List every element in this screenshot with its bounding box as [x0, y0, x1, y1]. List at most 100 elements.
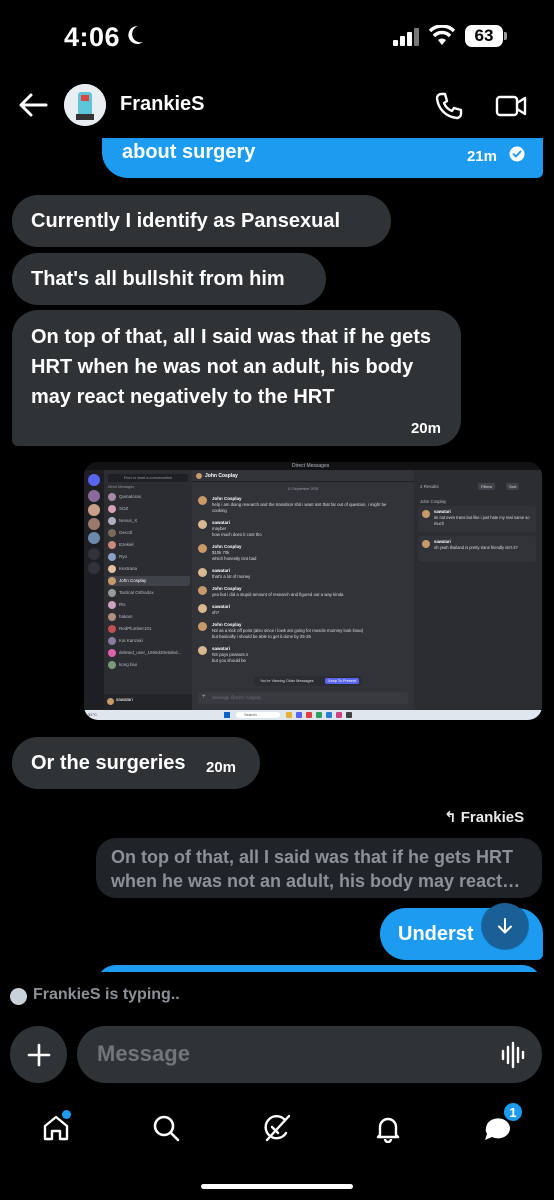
image-attachment[interactable]: Direct Messages Find or start a conversa… [84, 462, 542, 720]
dm-name: Ryo [119, 554, 128, 559]
server-icon [88, 532, 100, 544]
avatar [198, 622, 207, 631]
message-line: but basically i should be able to get it… [212, 633, 311, 639]
message-text: about surgery [122, 141, 256, 163]
typing-text: FrankieS is typing.. [33, 986, 180, 1003]
avatar [108, 661, 116, 669]
search-result: sawatari oh yeah thailand is pretty tran… [418, 536, 536, 562]
dm-item: Ris [108, 600, 190, 610]
contact-name[interactable]: FrankieS [120, 93, 204, 116]
bottom-navigation: 1 [0, 1098, 554, 1200]
avatar [108, 625, 116, 633]
nav-notifications[interactable] [366, 1106, 410, 1150]
date-divider: 10 September 2025 [287, 487, 319, 491]
dm-item-active: John Cosplay [108, 576, 190, 586]
dm-name: Ris [119, 602, 126, 607]
results-header: 2 Results [420, 484, 439, 489]
message-bubble-incoming[interactable]: Currently I identify as Pansexual [12, 195, 391, 247]
dm-name: Ezekiel [119, 542, 134, 547]
author: John Cosplay [212, 496, 242, 501]
nav-search[interactable] [144, 1106, 188, 1150]
author: John Cosplay [212, 586, 242, 591]
jump-to-present-button: Jump To Present [324, 678, 359, 684]
author: John Cosplay [212, 622, 242, 627]
author: sawatari [212, 568, 231, 573]
message-text: On top of that, all I said was that if h… [31, 326, 432, 408]
scroll-to-bottom-button[interactable] [482, 903, 528, 949]
server-icon [88, 518, 100, 530]
back-arrow-icon[interactable] [16, 88, 50, 122]
nav-messages[interactable]: 1 [476, 1102, 523, 1150]
weather-widget: 31°C [88, 712, 97, 717]
nav-grok[interactable] [255, 1106, 299, 1150]
avatar [108, 529, 116, 537]
dm-name: SOZ [119, 506, 129, 511]
discord-home-icon [88, 474, 100, 486]
cellular-signal-icon [393, 28, 419, 46]
plus-icon: + [202, 694, 206, 700]
dm-name: Kai Kanzaki [119, 638, 143, 643]
find-conversation-input: Find or start a conversation [108, 474, 188, 482]
dm-name: deleted_user_1665d30e5ded... [119, 650, 182, 655]
message-line: oh? [212, 610, 220, 615]
dm-sidebar: Find or start a conversation Direct Mess… [104, 470, 192, 710]
status-bar: 4:06 63 [0, 0, 554, 74]
avatar [108, 565, 116, 573]
explore-icon [88, 562, 100, 574]
window-titlebar: Direct Messages [84, 462, 542, 470]
conversation-header: FrankieS [0, 74, 554, 138]
message-bubble-incoming[interactable]: On top of that, all I said was that if h… [12, 310, 461, 446]
avatar [108, 553, 116, 561]
quoted-message[interactable]: On top of that, all I said was that if h… [96, 838, 542, 898]
phone-call-icon[interactable] [433, 90, 465, 122]
nav-home[interactable] [34, 1106, 78, 1150]
dm-item: Ryo [108, 552, 190, 562]
dm-item: Kai Kanzaki [108, 636, 190, 646]
viewing-older-banner: You're Viewing Older Messages Jump To Pr… [254, 676, 362, 686]
contact-avatar[interactable] [64, 84, 106, 126]
avatar [198, 520, 207, 529]
dm-item: Gecotl [108, 528, 190, 538]
dm-item: RedPlumber101 [108, 624, 190, 634]
typing-indicator: FrankieS is typing.. [0, 972, 554, 1018]
avatar [198, 568, 207, 577]
dm-item: kong biui [108, 660, 190, 670]
taskbar-app-icon [296, 712, 302, 718]
avatar [198, 544, 207, 553]
avatar [108, 613, 116, 621]
avatar [422, 510, 430, 518]
avatar [108, 589, 116, 597]
home-notification-dot [62, 1110, 71, 1119]
message-bubble-incoming[interactable]: That's all bullshit from him [12, 253, 326, 305]
avatar [108, 493, 116, 501]
dm-name: Kestrana [119, 566, 138, 571]
avatar [198, 646, 207, 655]
dm-name: hakam [119, 614, 133, 619]
message-bubble-incoming[interactable]: Or the surgeries 20m [12, 737, 260, 789]
current-user-panel: sawatari [104, 694, 192, 710]
message-time: 20m [206, 759, 237, 776]
server-icon [88, 504, 100, 516]
message-text: Currently I identify as Pansexual [31, 210, 340, 232]
dm-item: Quinatoras [108, 492, 190, 502]
message-input[interactable] [97, 1039, 477, 1069]
video-call-icon[interactable] [494, 90, 528, 122]
dm-name: RedPlumber101 [119, 626, 152, 631]
add-media-button[interactable] [10, 1026, 67, 1083]
author: John Cosplay [212, 544, 242, 549]
message-line: that's a lot of money [212, 574, 251, 579]
read-check-icon [509, 146, 525, 162]
grok-icon [264, 1114, 291, 1142]
avatar [108, 649, 116, 657]
status-time: 4:06 [64, 22, 121, 52]
wifi-icon [428, 25, 456, 45]
chat-header: John Cosplay [192, 470, 414, 482]
taskbar-app-icon [326, 712, 332, 718]
battery-indicator: 63 [465, 25, 503, 47]
result-text: oh yeah thailand is pretty trans friendl… [434, 545, 518, 550]
message-line: which honestly isnt bad [212, 555, 257, 561]
results-channel: John Cosplay [420, 499, 447, 504]
voice-message-icon[interactable] [501, 1041, 527, 1069]
typing-avatar [10, 988, 27, 1005]
server-icon [88, 490, 100, 502]
